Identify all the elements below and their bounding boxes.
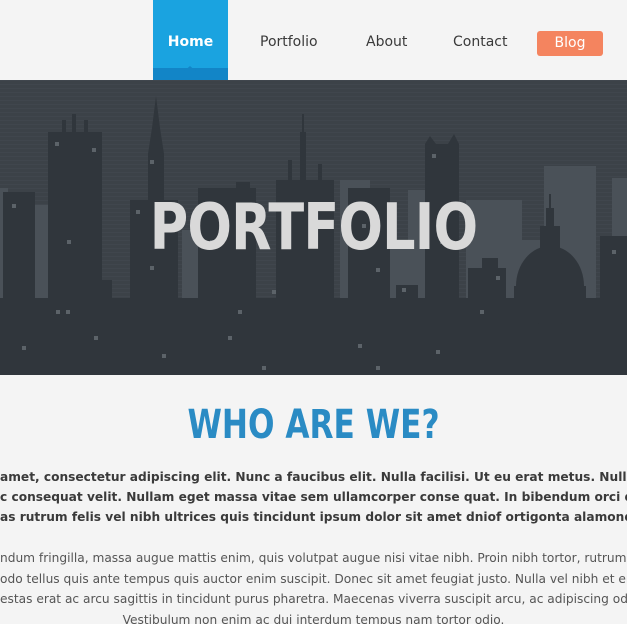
hero-banner: PORTFOLIO	[0, 80, 627, 375]
body-line: estas erat ac arcu sagittis in tincidunt…	[0, 592, 627, 606]
nav-home[interactable]: Home	[153, 0, 228, 80]
intro-line: as rutrum felis vel nibh ultrices quis t…	[0, 510, 627, 524]
section-title: WHO ARE WE?	[187, 402, 440, 448]
nav-about[interactable]: About	[366, 34, 407, 50]
intro-paragraph: amet, consectetur adipiscing elit. Nunc …	[0, 467, 627, 527]
nav-portfolio[interactable]: Portfolio	[260, 34, 318, 50]
body-paragraph: ndum fringilla, massa augue mattis enim,…	[0, 548, 627, 624]
body-line: Vestibulum non enim ac dui interdum temp…	[122, 612, 505, 624]
nav-blog-button[interactable]: Blog	[537, 31, 603, 56]
body-line: ndum fringilla, massa augue mattis enim,…	[0, 551, 627, 565]
intro-line: amet, consectetur adipiscing elit. Nunc …	[0, 470, 627, 484]
body-line: odo tellus quis ante tempus quis auctor …	[0, 571, 627, 586]
hero-title: PORTFOLIO	[149, 191, 478, 265]
site-header: Home Portfolio About Contact Blog	[0, 0, 627, 80]
nav-home-indicator	[183, 66, 197, 72]
nav-home-label: Home	[167, 34, 214, 50]
intro-line: c consequat velit. Nullam eget massa vit…	[0, 490, 627, 504]
nav-contact[interactable]: Contact	[453, 34, 507, 50]
